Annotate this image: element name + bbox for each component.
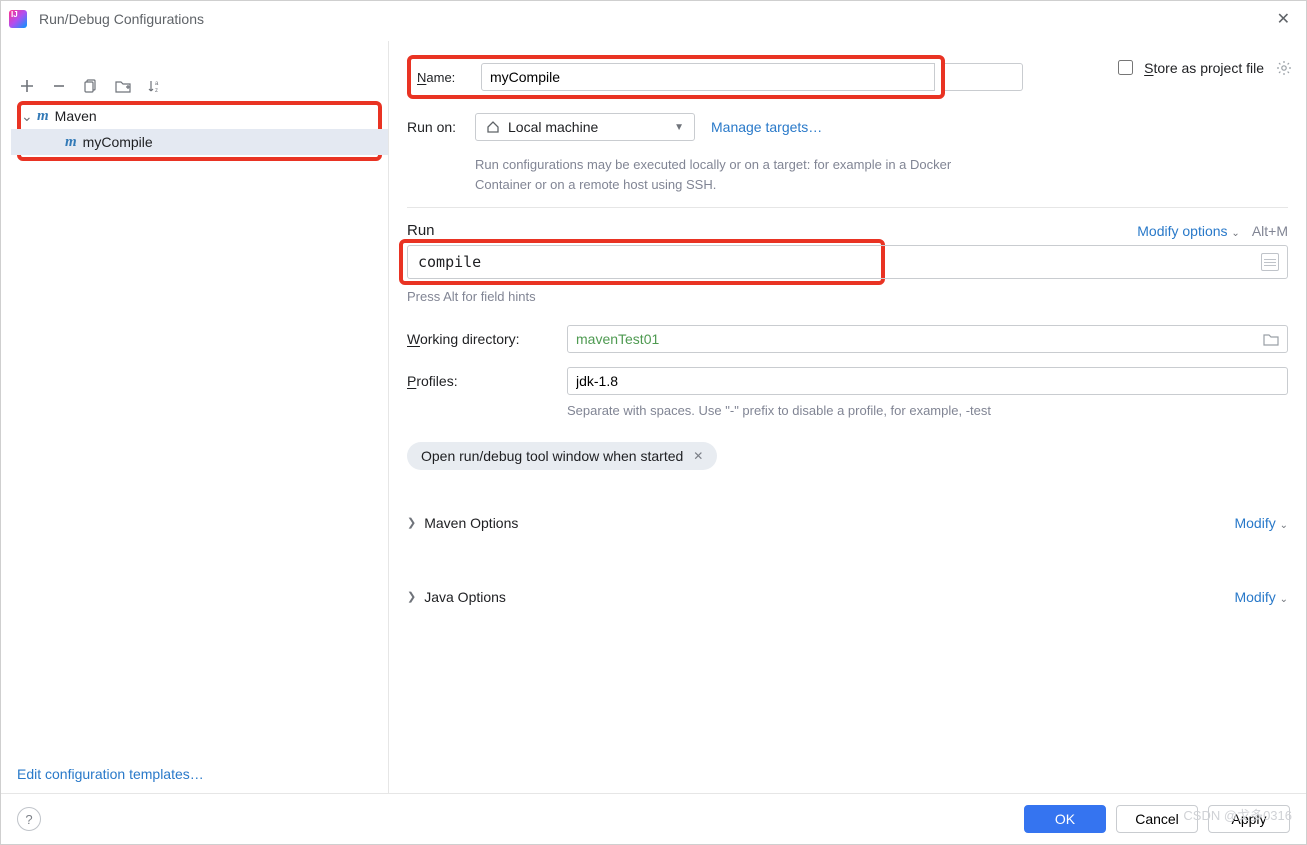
house-icon — [486, 120, 500, 134]
profiles-label: Profiles: — [407, 373, 567, 389]
manage-targets-link[interactable]: Manage targets… — [711, 119, 822, 135]
maven-options-row[interactable]: ❯ Maven Options Modify ⌄ — [407, 506, 1288, 540]
run-on-value: Local machine — [508, 119, 598, 135]
remove-icon[interactable] — [51, 78, 67, 94]
option-chip[interactable]: Open run/debug tool window when started … — [407, 442, 717, 470]
store-label: Store as project file — [1144, 60, 1264, 76]
run-command-input[interactable]: compile — [407, 245, 1288, 279]
modify-link[interactable]: Modify ⌄ — [1234, 515, 1288, 531]
ok-button[interactable]: OK — [1024, 805, 1106, 833]
tree-node-label: Maven — [55, 108, 97, 124]
chevron-down-icon: ⌄ — [21, 108, 33, 125]
modify-options-link[interactable]: Modify options ⌄ — [1137, 223, 1240, 239]
highlight-marker: Name: — [407, 55, 945, 99]
name-label: Name: — [417, 70, 481, 85]
modify-shortcut: Alt+M — [1252, 223, 1288, 239]
run-section-title: Run — [407, 222, 435, 239]
chevron-right-icon: ❯ — [407, 516, 416, 529]
folder-icon[interactable] — [1263, 332, 1279, 346]
store-checkbox[interactable] — [1118, 60, 1133, 75]
java-options-label: Java Options — [424, 589, 506, 605]
sidebar-toolbar: az — [11, 69, 388, 103]
help-icon[interactable]: ? — [17, 807, 41, 831]
modify-link[interactable]: Modify ⌄ — [1234, 589, 1288, 605]
gear-icon[interactable] — [1276, 60, 1292, 76]
working-dir-input[interactable]: mavenTest01 — [567, 325, 1288, 353]
run-on-label: Run on: — [407, 119, 475, 135]
java-options-row[interactable]: ❯ Java Options Modify ⌄ — [407, 580, 1288, 614]
working-dir-value: mavenTest01 — [576, 331, 659, 347]
app-icon — [9, 10, 27, 28]
run-hint: Press Alt for field hints — [407, 287, 1288, 307]
close-icon[interactable]: ✕ — [693, 449, 703, 463]
list-icon[interactable] — [1261, 253, 1279, 271]
run-on-hint: Run configurations may be executed local… — [475, 155, 955, 195]
chevron-down-icon: ▼ — [674, 122, 684, 133]
svg-text:a: a — [155, 81, 159, 87]
maven-options-label: Maven Options — [424, 515, 518, 531]
separator — [407, 207, 1288, 208]
window-title: Run/Debug Configurations — [39, 11, 204, 27]
chip-label: Open run/debug tool window when started — [421, 448, 683, 464]
profiles-hint: Separate with spaces. Use "-" prefix to … — [567, 401, 1288, 421]
edit-templates-link[interactable]: Edit configuration templates… — [11, 754, 388, 794]
save-template-icon[interactable] — [115, 78, 131, 94]
tree-node-mycompile[interactable]: m myCompile — [11, 129, 388, 155]
tree-node-maven[interactable]: ⌄ m Maven — [11, 103, 388, 129]
run-on-select[interactable]: Local machine ▼ — [475, 113, 695, 141]
working-dir-label: Working directory: — [407, 331, 567, 347]
run-command-value: compile — [418, 253, 481, 271]
svg-text:z: z — [155, 88, 158, 93]
sidebar: az ⌄ m Maven m myCompile Edit configurat… — [11, 41, 389, 794]
name-input-extension[interactable] — [945, 63, 1023, 91]
name-input[interactable] — [481, 63, 935, 91]
config-tree: ⌄ m Maven m myCompile — [11, 103, 388, 155]
maven-icon: m — [65, 135, 77, 150]
apply-button[interactable]: Apply — [1208, 805, 1290, 833]
cancel-button[interactable]: Cancel — [1116, 805, 1198, 833]
add-icon[interactable] — [19, 78, 35, 94]
tree-node-label: myCompile — [83, 134, 153, 150]
title-bar: Run/Debug Configurations ✕ — [1, 1, 1306, 37]
maven-icon: m — [37, 109, 49, 124]
store-as-project-file[interactable]: Store as project file — [1114, 57, 1292, 78]
dialog-footer: ? OK Cancel Apply — [1, 793, 1306, 844]
copy-icon[interactable] — [83, 78, 99, 94]
config-form: Store as project file Name: Run on: Loca… — [389, 41, 1296, 794]
close-icon[interactable]: ✕ — [1271, 5, 1296, 33]
sort-icon[interactable]: az — [147, 78, 163, 94]
chevron-right-icon: ❯ — [407, 590, 416, 603]
profiles-input[interactable] — [567, 367, 1288, 395]
